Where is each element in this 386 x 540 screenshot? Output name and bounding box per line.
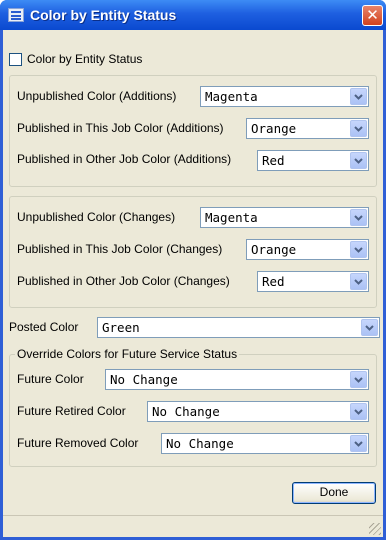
done-button[interactable]: Done <box>292 482 376 504</box>
unpublished-changes-select[interactable]: Magenta <box>200 207 369 228</box>
posted-color-label: Posted Color <box>9 320 79 334</box>
published-this-job-changes-value: Orange <box>251 242 297 257</box>
published-other-job-changes-select[interactable]: Red <box>257 271 369 292</box>
future-removed-color-value: No Change <box>166 436 234 451</box>
future-color-value: No Change <box>110 372 178 387</box>
unpublished-additions-label: Unpublished Color (Additions) <box>17 89 177 103</box>
color-by-entity-status-checkbox[interactable] <box>9 53 22 66</box>
color-by-entity-status-label: Color by Entity Status <box>27 52 143 66</box>
dialog-body: Color by Entity Status Unpublished Color… <box>3 30 383 537</box>
resize-grip-icon[interactable] <box>369 523 381 535</box>
chevron-down-icon[interactable] <box>350 241 367 258</box>
status-bar <box>3 515 383 537</box>
future-color-label: Future Color <box>17 372 84 386</box>
future-color-select[interactable]: No Change <box>105 369 369 390</box>
chevron-down-icon[interactable] <box>350 273 367 290</box>
published-other-job-changes-label: Published in Other Job Color (Changes) <box>17 274 230 288</box>
chevron-down-icon[interactable] <box>350 120 367 137</box>
future-removed-color-label: Future Removed Color <box>17 436 139 450</box>
published-this-job-additions-label: Published in This Job Color (Additions) <box>17 121 224 135</box>
close-button[interactable]: ✕ <box>362 5 383 26</box>
chevron-down-icon[interactable] <box>361 319 378 336</box>
published-other-job-additions-select[interactable]: Red <box>257 150 369 171</box>
published-this-job-changes-label: Published in This Job Color (Changes) <box>17 242 223 256</box>
window-list-icon <box>8 8 24 22</box>
chevron-down-icon[interactable] <box>350 152 367 169</box>
posted-color-value: Green <box>102 320 140 335</box>
chevron-down-icon[interactable] <box>350 435 367 452</box>
chevron-down-icon[interactable] <box>350 403 367 420</box>
published-other-job-additions-value: Red <box>262 153 285 168</box>
unpublished-changes-value: Magenta <box>205 210 258 225</box>
dialog-window: Color by Entity Status ✕ Color by Entity… <box>0 0 386 540</box>
published-other-job-additions-label: Published in Other Job Color (Additions) <box>17 152 232 166</box>
future-removed-color-select[interactable]: No Change <box>161 433 369 454</box>
close-icon: ✕ <box>366 6 379 24</box>
chevron-down-icon[interactable] <box>350 371 367 388</box>
unpublished-additions-value: Magenta <box>205 89 258 104</box>
published-other-job-changes-value: Red <box>262 274 285 289</box>
published-this-job-changes-select[interactable]: Orange <box>246 239 369 260</box>
future-retired-color-select[interactable]: No Change <box>147 401 369 422</box>
window-title: Color by Entity Status <box>30 7 177 23</box>
future-retired-color-label: Future Retired Color <box>17 404 126 418</box>
override-colors-legend: Override Colors for Future Service Statu… <box>15 347 240 361</box>
unpublished-changes-label: Unpublished Color (Changes) <box>17 210 176 224</box>
published-this-job-additions-value: Orange <box>251 121 297 136</box>
unpublished-additions-select[interactable]: Magenta <box>200 86 369 107</box>
chevron-down-icon[interactable] <box>350 88 367 105</box>
chevron-down-icon[interactable] <box>350 209 367 226</box>
title-bar[interactable]: Color by Entity Status ✕ <box>0 0 386 30</box>
future-retired-color-value: No Change <box>152 404 220 419</box>
published-this-job-additions-select[interactable]: Orange <box>246 118 369 139</box>
posted-color-select[interactable]: Green <box>97 317 380 338</box>
